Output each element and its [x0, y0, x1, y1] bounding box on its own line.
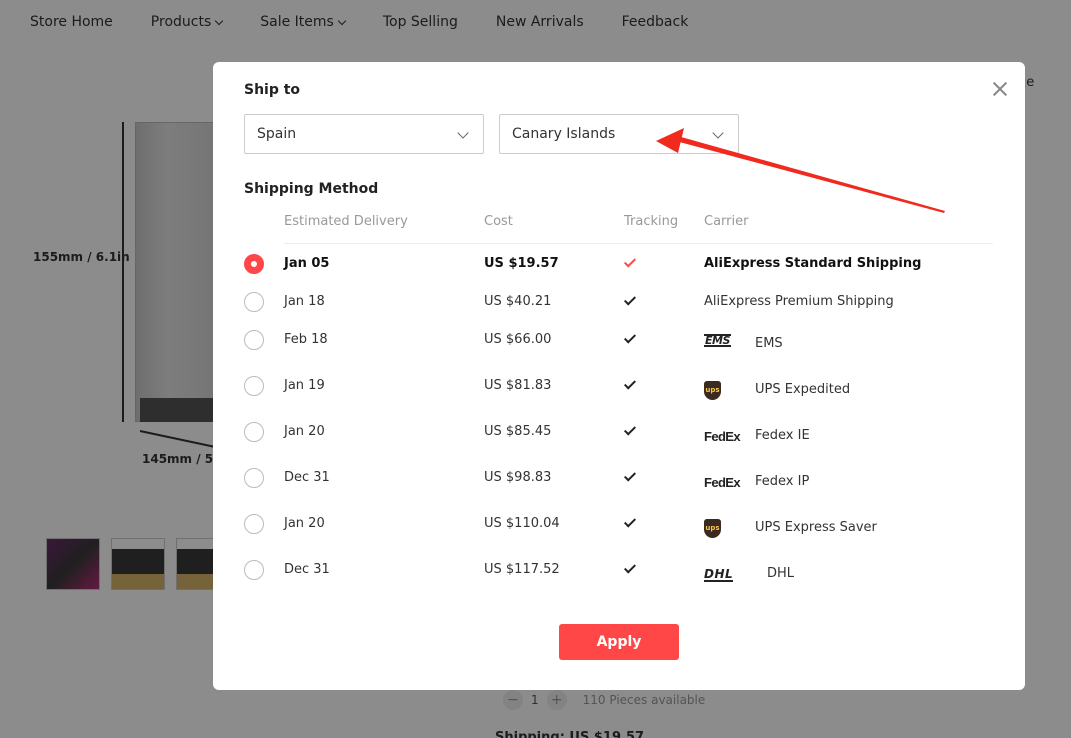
- carrier-name: UPS Express Saver: [755, 520, 877, 535]
- check-icon: [623, 255, 637, 268]
- radio-icon[interactable]: [244, 292, 264, 312]
- delivery-date: Jan 20: [284, 424, 325, 439]
- shipping-cost: US $85.45: [484, 424, 552, 439]
- carrier-name: AliExpress Standard Shipping: [704, 256, 922, 271]
- shipping-option-row[interactable]: Feb 18 US $66.00 EMS EMS: [213, 325, 1025, 355]
- shipping-option-row[interactable]: Jan 18 US $40.21 AliExpress Premium Ship…: [213, 287, 1025, 317]
- ups-logo: ups: [704, 380, 721, 400]
- carrier-name: DHL: [767, 566, 795, 581]
- ups-logo-icon: ups: [704, 518, 721, 538]
- carrier-name: Fedex IE: [755, 428, 810, 443]
- chevron-down-icon: [457, 127, 469, 139]
- ups-logo: ups: [704, 518, 721, 538]
- shipping-option-row[interactable]: Jan 05 US $19.57 AliExpress Standard Shi…: [213, 249, 1025, 279]
- fedex-logo: FedEx: [704, 428, 741, 444]
- check-icon: [623, 293, 637, 306]
- radio-icon[interactable]: [244, 560, 264, 580]
- ems-logo: EMS: [704, 333, 731, 347]
- fedex-logo-icon: FedEx: [704, 426, 741, 446]
- shipping-cost: US $81.83: [484, 378, 552, 393]
- radio-icon[interactable]: [244, 376, 264, 396]
- shipping-option-row[interactable]: Dec 31 US $117.52 DHL DHL: [213, 555, 1025, 585]
- radio-icon[interactable]: [244, 254, 264, 274]
- shipping-cost: US $98.83: [484, 470, 552, 485]
- close-icon[interactable]: [991, 80, 1009, 98]
- ups-logo-icon: ups: [704, 380, 721, 400]
- shipping-modal: Ship to Spain Canary Islands Shipping Me…: [213, 62, 1025, 690]
- check-icon: [623, 561, 637, 574]
- radio-icon[interactable]: [244, 422, 264, 442]
- fedex-logo-icon: FedEx: [704, 472, 741, 492]
- header-estimated-delivery: Estimated Delivery: [284, 214, 408, 229]
- radio-icon[interactable]: [244, 330, 264, 350]
- delivery-date: Jan 20: [284, 516, 325, 531]
- shipping-cost: US $117.52: [484, 562, 560, 577]
- header-cost: Cost: [484, 214, 513, 229]
- shipping-method-title: Shipping Method: [244, 181, 379, 197]
- header-carrier: Carrier: [704, 214, 749, 229]
- shipping-cost: US $66.00: [484, 332, 552, 347]
- shipping-option-row[interactable]: Jan 20 US $85.45 FedEx Fedex IE: [213, 417, 1025, 447]
- delivery-date: Feb 18: [284, 332, 328, 347]
- region-select[interactable]: Canary Islands: [499, 114, 739, 154]
- shipping-cost: US $19.57: [484, 256, 559, 271]
- region-value: Canary Islands: [512, 126, 616, 142]
- delivery-date: Jan 19: [284, 378, 325, 393]
- chevron-down-icon: [712, 127, 724, 139]
- shipping-cost: US $110.04: [484, 516, 560, 531]
- check-icon: [623, 377, 637, 390]
- country-value: Spain: [257, 126, 297, 142]
- shipping-option-row[interactable]: Jan 20 US $110.04 ups UPS Express Saver: [213, 509, 1025, 539]
- carrier-name: Fedex IP: [755, 474, 810, 489]
- dhl-logo-icon: DHL: [704, 565, 734, 585]
- dhl-logo: DHL: [704, 566, 734, 582]
- shipping-cost: US $40.21: [484, 294, 552, 309]
- table-divider: [284, 243, 993, 244]
- check-icon: [623, 423, 637, 436]
- ship-to-title: Ship to: [244, 82, 301, 98]
- carrier-name: AliExpress Premium Shipping: [704, 294, 894, 309]
- ems-logo-icon: EMS: [704, 330, 731, 350]
- check-icon: [623, 515, 637, 528]
- country-select[interactable]: Spain: [244, 114, 484, 154]
- apply-button[interactable]: Apply: [559, 624, 679, 660]
- delivery-date: Dec 31: [284, 562, 330, 577]
- carrier-name: UPS Expedited: [755, 382, 851, 397]
- radio-icon[interactable]: [244, 468, 264, 488]
- shipping-option-row[interactable]: Jan 19 US $81.83 ups UPS Expedited: [213, 371, 1025, 401]
- header-tracking: Tracking: [624, 214, 679, 229]
- check-icon: [623, 469, 637, 482]
- shipping-option-row[interactable]: Dec 31 US $98.83 FedEx Fedex IP: [213, 463, 1025, 493]
- delivery-date: Jan 18: [284, 294, 325, 309]
- delivery-date: Dec 31: [284, 470, 330, 485]
- fedex-logo: FedEx: [704, 474, 741, 490]
- carrier-name: EMS: [755, 336, 783, 351]
- radio-icon[interactable]: [244, 514, 264, 534]
- delivery-date: Jan 05: [284, 256, 330, 271]
- check-icon: [623, 331, 637, 344]
